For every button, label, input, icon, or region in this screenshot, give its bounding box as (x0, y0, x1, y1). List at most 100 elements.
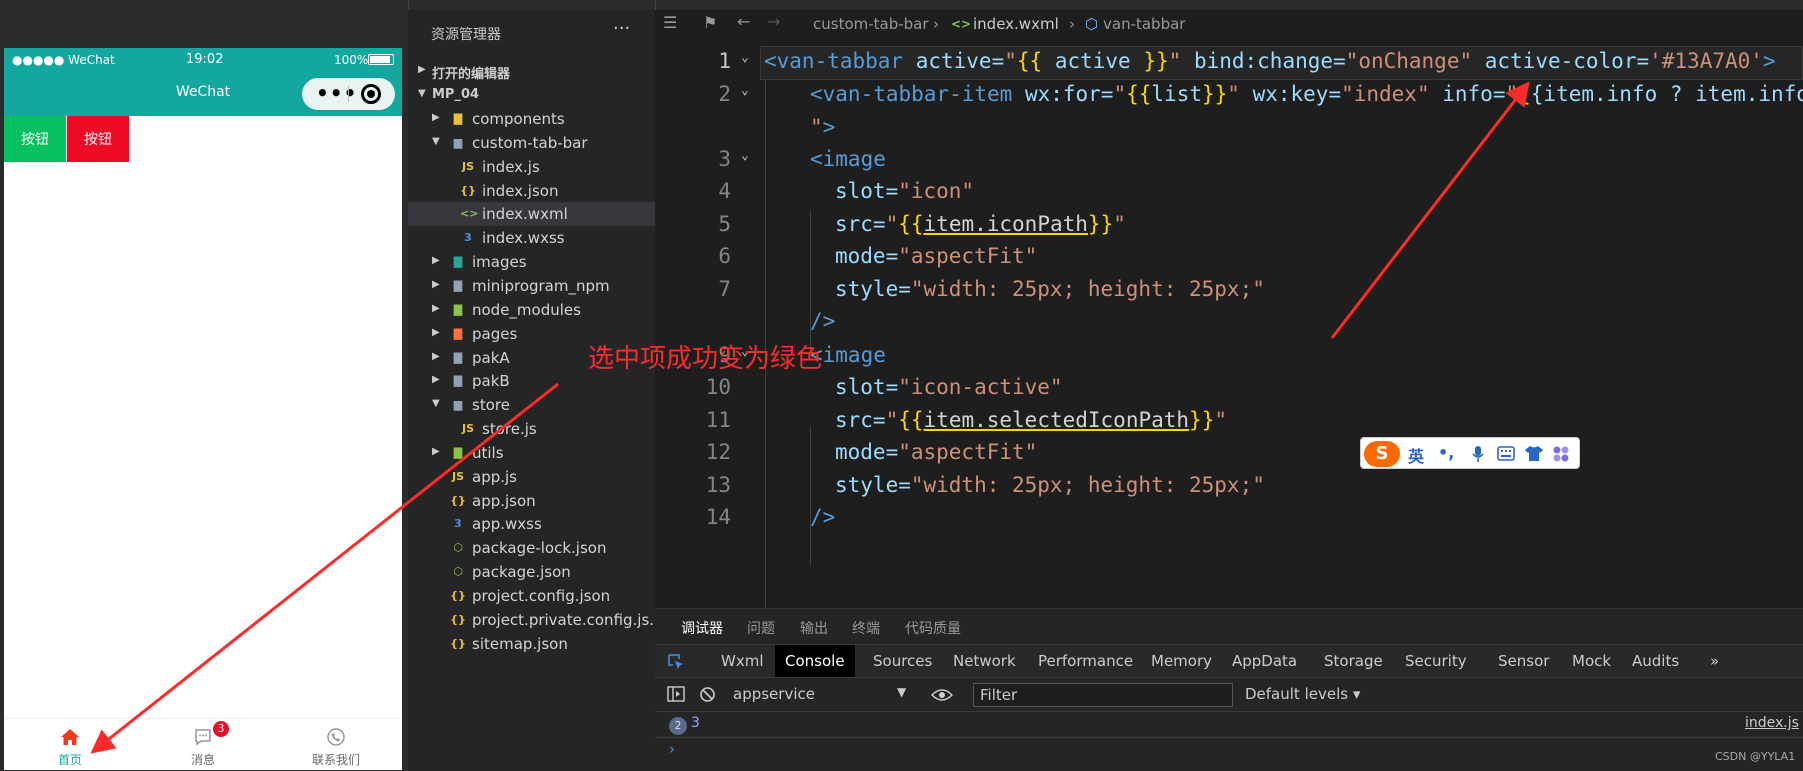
ime-toolbar[interactable]: S 英 •, (1360, 437, 1580, 469)
code-line: mode="aspectFit" (835, 244, 1038, 268)
panel-appdata[interactable]: AppData (1222, 645, 1307, 677)
tree-item-label: app.json (472, 492, 536, 510)
clear-console-icon[interactable] (699, 686, 716, 703)
window-top-strip (0, 0, 1803, 10)
tree-file[interactable]: ⬡ package.json (408, 560, 655, 584)
tree-item-label: utils (472, 444, 504, 462)
panel-console[interactable]: Console (775, 645, 855, 677)
line-number: 14 (705, 505, 731, 529)
tab-messages[interactable]: 3 消息 (137, 719, 269, 770)
tab-debugger[interactable]: 调试器 (681, 618, 723, 647)
keyboard-icon[interactable] (1497, 446, 1515, 461)
carrier-signal: ●●●●● WeChat (12, 53, 115, 67)
panel-storage[interactable]: Storage (1314, 645, 1393, 677)
shirt-icon[interactable] (1524, 445, 1544, 462)
more-actions-icon[interactable]: ··· (613, 18, 630, 39)
panel-mock[interactable]: Mock (1562, 645, 1621, 677)
red-button[interactable]: 按钮 (67, 116, 129, 162)
panel-sources[interactable]: Sources (863, 645, 942, 677)
close-circle-icon[interactable] (361, 84, 381, 104)
tree-file[interactable]: <> index.wxml (408, 202, 655, 226)
panel-audits[interactable]: Audits (1622, 645, 1689, 677)
tree-item-label: miniprogram_npm (472, 277, 610, 295)
outline-icon[interactable]: ☰ (663, 13, 677, 32)
breadcrumb-file[interactable]: index.wxml (973, 15, 1059, 33)
section-open-editors[interactable]: ▶ 打开的编辑器 (408, 59, 655, 83)
tab-terminal[interactable]: 终端 (852, 618, 880, 638)
forward-icon[interactable]: → (767, 12, 780, 31)
breadcrumb-folder[interactable]: custom-tab-bar (813, 15, 929, 33)
tree-file[interactable]: 3 index.wxss (408, 226, 655, 250)
css-file-icon: 3 (464, 231, 472, 244)
tree-folder[interactable]: ▶ ▇ miniprogram_npm (408, 274, 655, 298)
more-panels-icon[interactable]: » (1700, 645, 1729, 677)
section-label: 打开的编辑器 (432, 67, 511, 82)
inspect-element-icon[interactable] (667, 653, 685, 671)
phone-icon (327, 728, 345, 746)
line-number: 2 (718, 82, 731, 106)
section-project[interactable]: ▼ MP_04 (408, 83, 655, 107)
panel-security[interactable]: Security (1395, 645, 1477, 677)
divider (655, 0, 656, 10)
tab-contact[interactable]: 联系我们 (270, 719, 402, 770)
json-file-icon: {} (450, 613, 466, 626)
code-area[interactable]: 1 2 3 4 5 6 7 9 10 11 12 13 14 ⌄ ⌄ ⌄ ⌄ <van-tabbar a… (655, 40, 1803, 608)
bookmark-icon[interactable]: ⚑ (703, 13, 717, 32)
context-select[interactable]: appservice (733, 685, 893, 705)
watermark: CSDN @YYLA1 (1715, 750, 1796, 763)
tree-folder[interactable]: ▶ ▇ utils (408, 441, 655, 465)
tab-output[interactable]: 输出 (800, 618, 828, 638)
breadcrumb-symbol[interactable]: van-tabbar (1103, 15, 1185, 33)
ime-punct-toggle[interactable]: •, (1438, 443, 1454, 462)
ime-lang-toggle[interactable]: 英 (1408, 443, 1424, 467)
tree-file[interactable]: {} index.json (408, 179, 655, 203)
panel-performance[interactable]: Performance (1028, 645, 1143, 677)
tab-code-quality[interactable]: 代码质量 (905, 618, 961, 638)
panel-sensor[interactable]: Sensor (1488, 645, 1559, 677)
tree-file[interactable]: JS store.js (408, 417, 655, 441)
log-source-link[interactable]: index.js (1745, 715, 1799, 731)
tree-file[interactable]: {} app.json (408, 489, 655, 513)
fold-chevron-icon[interactable]: ⌄ (741, 83, 755, 98)
tree-file[interactable]: 3 app.wxss (408, 512, 655, 536)
section-label: MP_04 (432, 87, 480, 102)
tree-file[interactable]: {} project.config.json (408, 584, 655, 608)
line-number: 1 (718, 49, 731, 73)
node-file-icon: ⬡ (453, 541, 463, 554)
tree-file[interactable]: ⬡ package-lock.json (408, 536, 655, 560)
tree-folder[interactable]: ▼ ▆ store (408, 393, 655, 417)
tree-file[interactable]: JS index.js (408, 155, 655, 179)
chevron-right-icon: ▶ (432, 327, 440, 338)
tree-file[interactable]: {} project.private.config.js... (408, 608, 663, 632)
filter-input[interactable]: Filter (973, 683, 1233, 707)
back-icon[interactable]: ← (737, 12, 750, 31)
status-bar: ●●●●● WeChat 19:02 100% (4, 48, 402, 72)
green-button[interactable]: 按钮 (4, 116, 66, 162)
menu-capsule[interactable]: ••• (302, 78, 395, 110)
eye-icon[interactable] (931, 688, 953, 702)
apps-icon[interactable] (1552, 445, 1570, 463)
panel-memory[interactable]: Memory (1141, 645, 1222, 677)
line-number: 3 (718, 147, 731, 171)
panel-network[interactable]: Network (943, 645, 1026, 677)
panel-wxml[interactable]: Wxml (711, 645, 774, 677)
tree-folder[interactable]: ▶ ▇ images (408, 250, 655, 274)
console-prompt[interactable]: › (669, 740, 675, 758)
tree-folder[interactable]: ▶ ▇ components (408, 107, 655, 131)
sogou-logo-icon[interactable]: S (1364, 441, 1400, 467)
more-icon[interactable]: ••• (316, 81, 357, 105)
log-levels-dropdown[interactable]: Default levels ▾ (1245, 685, 1360, 703)
tree-folder[interactable]: ▼ ▆ custom-tab-bar (408, 131, 655, 155)
tree-file[interactable]: {} sitemap.json (408, 632, 655, 656)
fold-chevron-icon[interactable]: ⌄ (741, 50, 755, 65)
tree-folder[interactable]: ▶ ▇ node_modules (408, 298, 655, 322)
tree-file[interactable]: JS app.js (408, 465, 655, 489)
mic-icon[interactable] (1471, 445, 1485, 463)
chevron-down-icon[interactable]: ▼ (897, 685, 906, 699)
tab-home[interactable]: 首页 (4, 719, 136, 770)
explorer-header: 资源管理器 ··· (408, 10, 655, 54)
node-file-icon: ⬡ (453, 565, 463, 578)
fold-chevron-icon[interactable]: ⌄ (741, 148, 755, 163)
sidebar-toggle-icon[interactable] (667, 686, 685, 702)
tab-problems[interactable]: 问题 (747, 618, 775, 638)
